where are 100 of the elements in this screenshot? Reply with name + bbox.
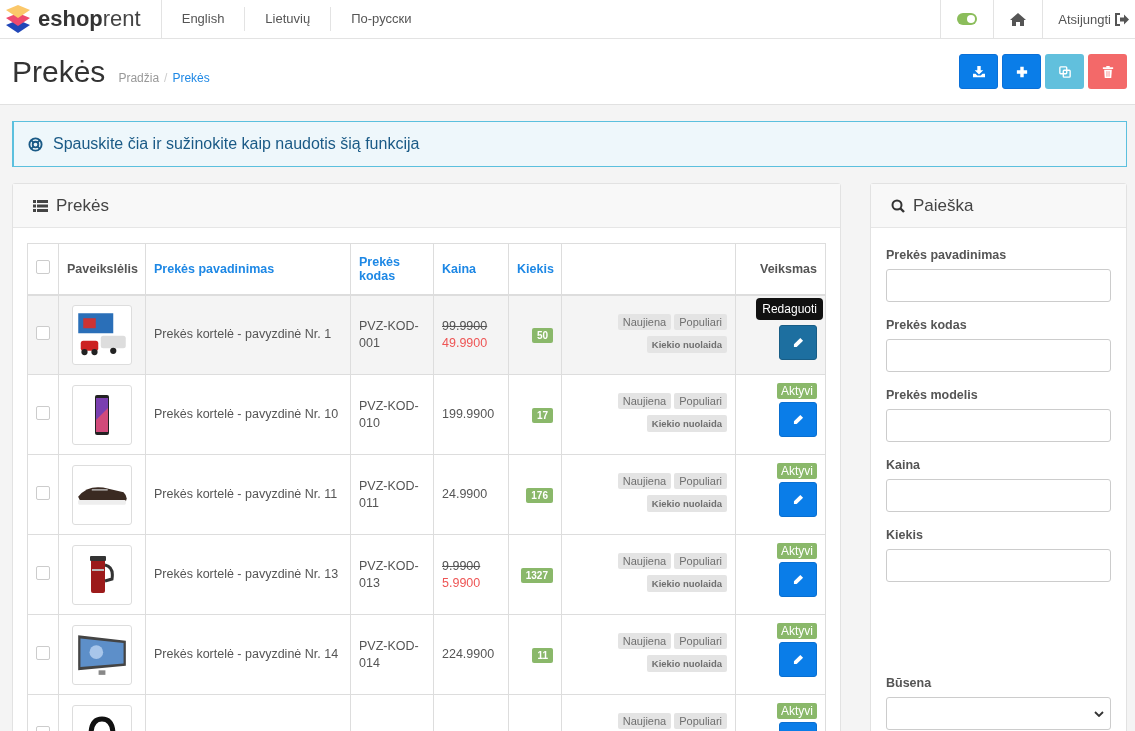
- help-banner[interactable]: Spauskite čia ir sužinokite kaip naudotis šią funkcija: [12, 121, 1127, 167]
- input-field[interactable]: [886, 409, 1111, 442]
- language-link[interactable]: Lietuvių: [245, 7, 332, 31]
- edit-button[interactable]: [779, 324, 817, 360]
- product-name: Prekės kortelė - pavyzdinė Nr. 13: [154, 567, 339, 581]
- status-badge: Aktyvi: [777, 543, 817, 559]
- download-button[interactable]: [959, 54, 998, 89]
- status-badge: Aktyvi: [777, 703, 817, 719]
- flag-label[interactable]: Populiari: [674, 713, 727, 729]
- input-field[interactable]: [886, 479, 1111, 512]
- product-name: Prekės kortelė - pavyzdinė Nr. 14: [154, 647, 339, 661]
- old-price: 9.9900: [442, 557, 482, 575]
- product-name: Prekės kortelė - pavyzdinė Nr. 10: [154, 407, 339, 421]
- search-icon: [891, 198, 905, 213]
- select-field[interactable]: [886, 697, 1111, 730]
- quantity-badge: 17: [531, 408, 553, 423]
- brand-name[interactable]: eshoprent: [38, 6, 141, 32]
- flag-label[interactable]: Naujiena: [617, 633, 672, 649]
- breadcrumb-link[interactable]: Prekės: [172, 70, 210, 85]
- row-checkbox[interactable]: [36, 486, 50, 500]
- toggle-switch[interactable]: [957, 13, 978, 25]
- flag-label[interactable]: Kiekio nuolaida: [646, 575, 727, 592]
- copy-icon: [1058, 65, 1071, 78]
- price: 5.9900: [442, 574, 482, 592]
- product-code: PVZ-KOD-001: [359, 318, 419, 350]
- input-field[interactable]: [886, 549, 1111, 582]
- input-field[interactable]: [886, 339, 1111, 372]
- chevron-down-icon: [1094, 710, 1104, 717]
- field-label: Kaina: [886, 458, 922, 472]
- column-header: Veiksmas: [760, 261, 817, 276]
- pencil-icon: [792, 336, 804, 348]
- row-checkbox[interactable]: [36, 646, 50, 660]
- product-name: Prekės kortelė - pavyzdinė Nr. 1: [154, 327, 332, 342]
- select-all-checkbox[interactable]: [36, 260, 50, 275]
- price: 199.9900: [442, 406, 496, 423]
- quantity-badge: 176: [526, 488, 553, 503]
- flag-label[interactable]: Populiari: [674, 553, 727, 569]
- flag-label[interactable]: Populiari: [674, 473, 727, 489]
- product-code: PVZ-KOD-010: [359, 398, 419, 430]
- flag-label[interactable]: Kiekio nuolaida: [646, 655, 727, 672]
- download-icon: [972, 65, 985, 78]
- column-header: Paveikslėlis: [67, 261, 138, 276]
- edit-button[interactable]: [779, 402, 817, 437]
- language-link[interactable]: English: [161, 7, 246, 31]
- flag-label[interactable]: Naujiena: [617, 473, 672, 489]
- flag-label[interactable]: Naujiena: [617, 393, 672, 409]
- edit-button[interactable]: [779, 642, 817, 677]
- plus-icon: [1015, 65, 1028, 78]
- field-label: Prekės modelis: [886, 388, 979, 402]
- input-field[interactable]: [886, 269, 1111, 302]
- product-name: Prekės kortelė - pavyzdinė Nr. 11: [154, 487, 338, 501]
- flag-label[interactable]: Populiari: [674, 313, 727, 330]
- price: 49.9900: [442, 334, 489, 352]
- flag-label[interactable]: Naujiena: [617, 553, 672, 569]
- edit-button[interactable]: [779, 562, 817, 597]
- help-text: Spauskite čia ir sužinokite kaip naudotis šią funkcija: [53, 135, 420, 153]
- logout-link[interactable]: Atsijungti: [1058, 11, 1111, 27]
- field-label: Prekės pavadinimas: [886, 248, 1008, 262]
- field-label: Kiekis: [886, 528, 924, 542]
- price: 24.9900: [442, 486, 489, 503]
- language-link[interactable]: По-русски: [331, 7, 432, 31]
- quantity-badge: 1327: [520, 568, 553, 583]
- plus-button[interactable]: [1002, 54, 1041, 89]
- pencil-icon: [792, 414, 804, 425]
- trash-icon: [1101, 65, 1114, 78]
- page-title: Prekės: [12, 54, 106, 89]
- flag-label[interactable]: Naujiena: [617, 313, 672, 330]
- field-label: Būsena: [886, 676, 933, 690]
- row-checkbox[interactable]: [36, 566, 50, 580]
- status-badge: Aktyvi: [777, 383, 817, 399]
- product-code: PVZ-KOD-013: [359, 558, 419, 590]
- home-icon[interactable]: [1010, 12, 1027, 26]
- product-code: PVZ-KOD-011: [359, 478, 419, 510]
- flag-label[interactable]: Populiari: [674, 393, 727, 409]
- list-icon: [33, 199, 48, 212]
- breadcrumb-link[interactable]: Pradžia: [118, 70, 160, 85]
- status-badge: Aktyvi: [777, 463, 817, 479]
- flag-label[interactable]: Kiekio nuolaida: [646, 495, 727, 512]
- logo-icon: [6, 4, 30, 34]
- flag-label[interactable]: Naujiena: [617, 713, 672, 729]
- sign-out-icon: [1115, 12, 1129, 26]
- tooltip: Redaguoti: [756, 297, 823, 320]
- row-checkbox[interactable]: [36, 406, 50, 420]
- edit-button[interactable]: [779, 482, 817, 517]
- panel-title: Paieška: [913, 195, 974, 216]
- flag-label[interactable]: Populiari: [674, 633, 727, 649]
- product-code: PVZ-KOD-014: [359, 638, 419, 670]
- lifebuoy-icon: [28, 136, 43, 152]
- field-label: Prekės kodas: [886, 318, 968, 332]
- price: 224.9900: [442, 646, 496, 663]
- pencil-icon: [792, 574, 804, 585]
- flag-label[interactable]: Kiekio nuolaida: [646, 335, 727, 353]
- breadcrumb-separator: /: [164, 70, 168, 85]
- pencil-icon: [792, 494, 804, 505]
- sort-header-link[interactable]: Kiekis: [517, 261, 553, 276]
- flag-label[interactable]: Kiekio nuolaida: [646, 415, 727, 432]
- row-checkbox[interactable]: [36, 326, 50, 341]
- pencil-icon: [792, 654, 804, 665]
- quantity-badge: 11: [532, 648, 553, 663]
- status-badge: Aktyvi: [777, 623, 817, 639]
